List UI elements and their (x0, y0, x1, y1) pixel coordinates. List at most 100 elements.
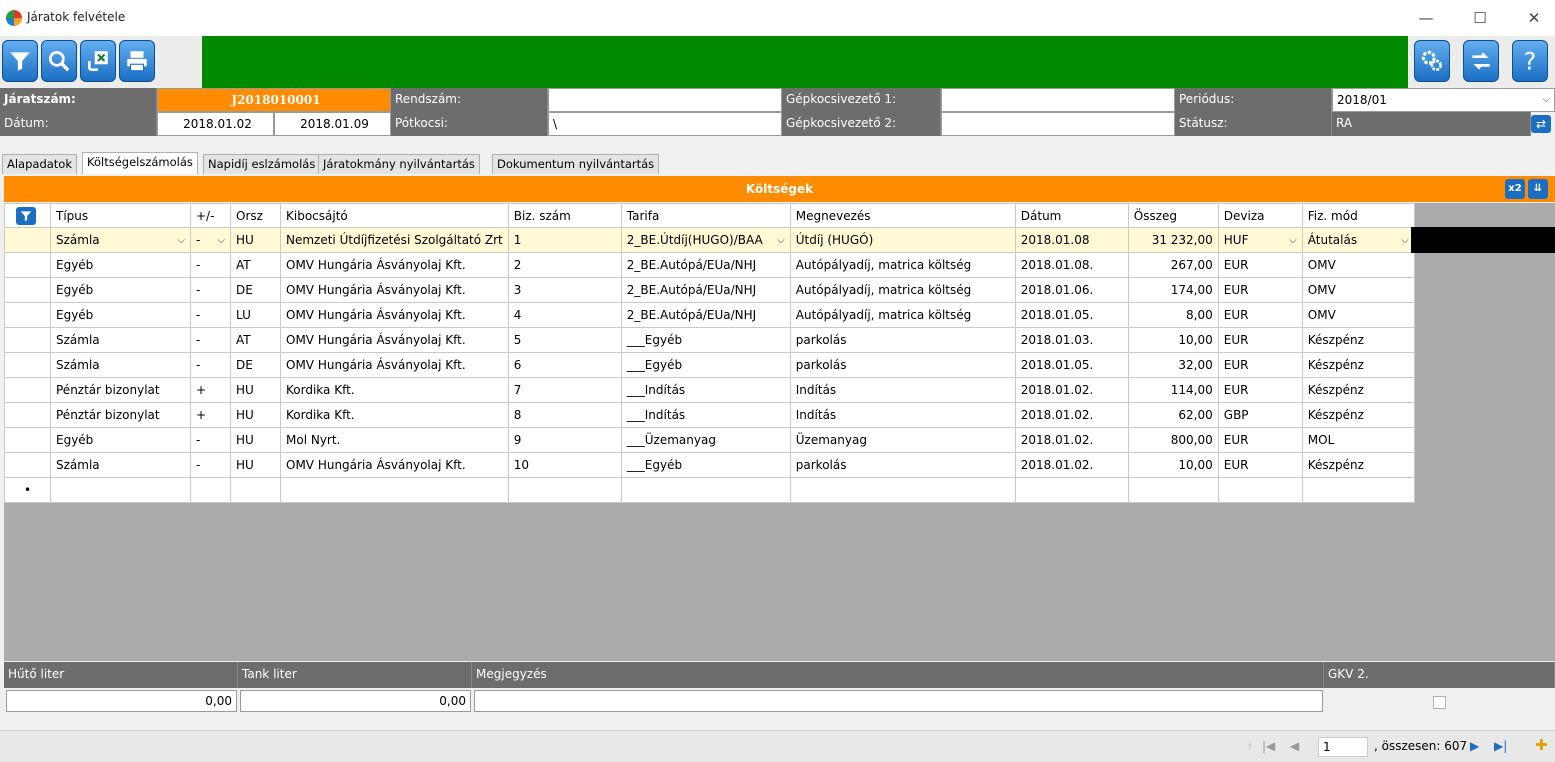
row-selector[interactable] (4, 427, 51, 453)
minimize-icon[interactable]: — (1410, 6, 1442, 30)
refresh-icon: ⇄ (1535, 117, 1547, 131)
tipus-select: Számla ⌵ (56, 233, 185, 247)
chevron-down-icon: ⌵ (1542, 94, 1550, 105)
cost-grid-area: Típus +/- Orsz Kibocsájtó Biz. szám Tari… (4, 203, 1555, 661)
help-button[interactable]: ? (1512, 40, 1548, 82)
first-record-icon[interactable]: |◀ (1262, 739, 1275, 753)
app-logo-icon (6, 10, 22, 26)
filter-icon (16, 206, 36, 225)
col-deviza[interactable]: Deviza (1217, 203, 1303, 228)
printer-icon (127, 51, 147, 72)
chevron-down-icon: ⌵ (177, 234, 185, 246)
record-total-label: , összesen: 607 (1374, 739, 1468, 753)
periodus-label: Periódus: (1175, 88, 1332, 112)
row-selector[interactable] (4, 302, 51, 328)
table-row[interactable]: Pénztár bizonylat + HU Kordika Kft. 7 ___Indí… (4, 377, 1415, 403)
datum-from-field[interactable]: 2018.01.02 (157, 112, 274, 136)
status-bar: ⁞ |◀ ◀ 1 , összesen: 607 ▶ ▶| ✚ (0, 730, 1555, 762)
chevron-down-icon: ⌵ (1401, 234, 1409, 246)
new-row-marker: • (4, 477, 51, 503)
help-icon: ? (1524, 48, 1537, 74)
jaratszam-field[interactable]: J2018010001 (157, 88, 391, 112)
chevron-down-icon: ⌵ (1289, 234, 1297, 246)
col-tarifa[interactable]: Tarifa (620, 203, 791, 228)
chevron-down-icon: ⌵ (217, 234, 225, 246)
col-orsz[interactable]: Orsz (230, 203, 281, 228)
table-row[interactable]: Egyéb - AT OMV Hungária Ásványolaj Kft. 2 2_B… (4, 252, 1415, 278)
filter-button[interactable] (2, 40, 38, 82)
rendszam-field[interactable] (548, 88, 782, 112)
tab-alapadatok[interactable]: Alapadatok (2, 154, 78, 174)
row-selector[interactable] (4, 277, 51, 303)
row-selector[interactable] (4, 327, 51, 353)
row-selector[interactable] (4, 227, 51, 253)
col-datum[interactable]: Dátum (1014, 203, 1129, 228)
toolbar: ? (0, 36, 1555, 88)
col-megnevezes[interactable]: Megnevezés (789, 203, 1016, 228)
tank-liter-input[interactable]: 0,00 (240, 690, 471, 712)
x2-button[interactable]: x2 (1505, 179, 1525, 199)
search-button[interactable] (41, 40, 77, 82)
grip-icon: ⁞ (1248, 739, 1252, 753)
row-selector[interactable] (4, 402, 51, 428)
new-row[interactable]: • (4, 477, 1415, 503)
title-bar: Járatok felvétele — ☐ ✕ (0, 0, 1555, 36)
grid-header-row: Típus +/- Orsz Kibocsájtó Biz. szám Tari… (4, 203, 1415, 228)
grid-filter-cell[interactable] (4, 203, 51, 228)
gepkocsivezeto1-field[interactable] (941, 88, 1175, 112)
rendszam-label: Rendszám: (391, 88, 548, 112)
tab-bar: Alapadatok Költségelszámolás Napidíj esl… (0, 152, 1555, 174)
tab-dokumentum[interactable]: Dokumentum nyilvántartás (492, 154, 660, 174)
table-row[interactable]: Egyéb - HU Mol Nyrt. 9 ___Üzemanyag Üzemanyag 2… (4, 427, 1415, 453)
excel-icon (87, 51, 108, 72)
print-button[interactable] (119, 40, 155, 82)
maximize-icon[interactable]: ☐ (1464, 6, 1496, 30)
table-row[interactable]: Egyéb - DE OMV Hungária Ásványolaj Kft. 3 2_B… (4, 277, 1415, 303)
tab-jaratokmany[interactable]: Járatokmány nyilvántartás (318, 154, 480, 174)
table-row[interactable]: Számla - AT OMV Hungária Ásványolaj Kft. 5 __… (4, 327, 1415, 353)
transfer-button[interactable] (1463, 40, 1499, 82)
table-row[interactable]: Számla - DE OMV Hungária Ásványolaj Kft. 6 __… (4, 352, 1415, 378)
settings-button[interactable] (1414, 40, 1450, 82)
tab-koltsegelszamolas[interactable]: Költségelszámolás (82, 152, 198, 174)
col-fiz-mod[interactable]: Fiz. mód (1301, 203, 1415, 228)
double-chevron-down-icon: ⇊ (1533, 183, 1543, 194)
window-title: Járatok felvétele (27, 10, 126, 24)
datum-to-field[interactable]: 2018.01.09 (274, 112, 391, 136)
last-record-icon[interactable]: ▶| (1494, 739, 1507, 753)
row-selector[interactable] (4, 352, 51, 378)
collapse-button[interactable]: ⇊ (1528, 179, 1548, 199)
add-record-icon[interactable]: ✚ (1535, 736, 1548, 754)
col-plusminus[interactable]: +/- (190, 203, 231, 228)
periodus-select[interactable]: 2018/01 ⌵ (1332, 88, 1555, 112)
table-row[interactable]: Pénztár bizonylat + HU Kordika Kft. 8 ___Indí… (4, 402, 1415, 428)
potkocsi-field[interactable]: \ (548, 112, 782, 136)
megjegyzes-input[interactable] (474, 690, 1323, 712)
grid-blank-fill (1411, 227, 1555, 253)
table-row[interactable]: Számla ⌵ - ⌵ HU Nemzeti Útdíjfizetési Szol… (4, 227, 1415, 253)
record-number-input[interactable]: 1 (1318, 737, 1368, 757)
next-record-icon[interactable]: ▶ (1470, 739, 1479, 753)
tank-liter-label: Tank liter (238, 662, 472, 688)
col-osszeg[interactable]: Összeg (1127, 203, 1219, 228)
close-icon[interactable]: ✕ (1518, 6, 1550, 30)
huto-liter-input[interactable]: 0,00 (6, 690, 237, 712)
col-kibocsajto[interactable]: Kibocsájtó (280, 203, 509, 228)
prev-record-icon[interactable]: ◀ (1290, 739, 1299, 753)
huto-liter-label: Hűtő liter (4, 662, 238, 688)
row-selector[interactable] (4, 452, 51, 478)
table-row[interactable]: Számla - HU OMV Hungária Ásványolaj Kft. 10 _… (4, 452, 1415, 478)
row-selector[interactable] (4, 377, 51, 403)
table-row[interactable]: Egyéb - LU OMV Hungária Ásványolaj Kft. 4 2_B… (4, 302, 1415, 328)
deviza-select: HUF ⌵ (1223, 233, 1297, 247)
col-biz-szam[interactable]: Biz. szám (507, 203, 622, 228)
excel-export-button[interactable] (80, 40, 116, 82)
col-tipus[interactable]: Típus (50, 203, 191, 228)
tarifa-select: 2_BE.Útdíj(HUGO)/BAA ⌵ (626, 233, 785, 247)
row-selector[interactable] (4, 252, 51, 278)
tab-napidij[interactable]: Napidíj eslzámolás (203, 154, 321, 174)
svg-text:?: ? (1524, 48, 1537, 74)
refresh-status-button[interactable]: ⇄ (1531, 115, 1551, 133)
gepkocsivezeto2-field[interactable] (941, 112, 1175, 136)
gkv2-checkbox[interactable] (1433, 696, 1446, 709)
